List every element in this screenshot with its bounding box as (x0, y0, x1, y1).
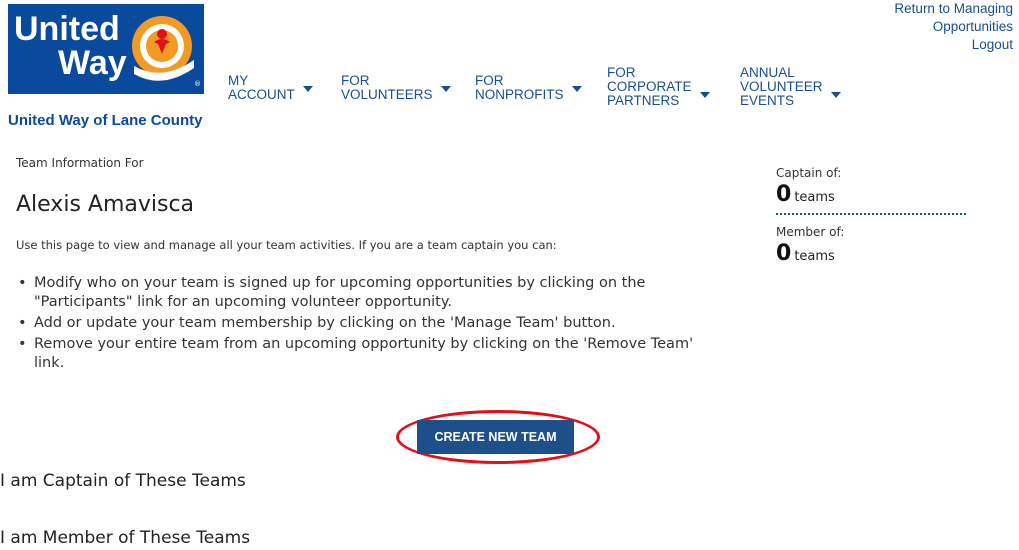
list-item: Remove your entire team from an upcoming… (18, 335, 708, 373)
logo-wordmark: United Way (14, 12, 127, 80)
list-item: Modify who on your team is signed up for… (18, 274, 708, 312)
united-way-emblem-icon: ® (132, 16, 201, 88)
list-item: Add or update your team membership by cl… (18, 314, 708, 333)
chevron-down-icon (830, 92, 841, 98)
create-new-team-button[interactable]: CREATE NEW TEAM (417, 420, 574, 454)
user-name-heading: Alexis Amavisca (16, 192, 195, 217)
captain-teams-heading: I am Captain of These Teams (0, 471, 246, 491)
member-count-unit: teams (794, 249, 835, 264)
captain-count-number: 0 (776, 182, 792, 207)
nav-for-corporate-partners[interactable]: FOR CORPORATE PARTNERS (607, 66, 710, 108)
nav-for-nonprofits[interactable]: FOR NONPROFITS (475, 74, 582, 102)
nav-label: FOR NONPROFITS (475, 73, 564, 102)
captain-count-unit: teams (794, 190, 835, 205)
chevron-down-icon (571, 86, 582, 92)
utility-links: Return to Managing Opportunities Logout (873, 0, 1013, 54)
member-of-label: Member of: (776, 225, 845, 239)
svg-text:®: ® (194, 80, 201, 88)
logo-line-2: Way (58, 44, 127, 82)
captain-count: 0 teams (776, 182, 966, 207)
stats-divider (776, 213, 966, 215)
logout-link[interactable]: Logout (873, 36, 1013, 54)
intro-text: Use this page to view and manage all you… (16, 238, 557, 252)
nav-label: FOR CORPORATE PARTNERS (607, 65, 692, 108)
member-count-number: 0 (776, 241, 792, 266)
instructions-list: Modify who on your team is signed up for… (18, 274, 708, 375)
member-count: 0 teams (776, 241, 966, 266)
united-way-logo[interactable]: United Way ® (8, 4, 204, 94)
organization-name: United Way of Lane County (8, 112, 203, 129)
captain-of-label: Captain of: (776, 166, 842, 180)
create-team-highlight: CREATE NEW TEAM (396, 410, 600, 464)
team-info-heading: Team Information For (16, 156, 144, 170)
nav-label: ANNUAL VOLUNTEER EVENTS (740, 65, 823, 108)
chevron-down-icon (699, 92, 710, 98)
logo-line-1: United (14, 10, 120, 48)
nav-label: FOR VOLUNTEERS (341, 73, 433, 102)
nav-for-volunteers[interactable]: FOR VOLUNTEERS (341, 74, 451, 102)
member-teams-heading: I am Member of These Teams (0, 528, 251, 548)
nav-my-account[interactable]: MY ACCOUNT (228, 74, 313, 102)
team-stats-panel: Captain of: 0 teams Member of: 0 teams (776, 166, 966, 266)
return-to-managing-opportunities-link[interactable]: Return to Managing Opportunities (873, 0, 1013, 36)
nav-annual-volunteer-events[interactable]: ANNUAL VOLUNTEER EVENTS (740, 66, 841, 108)
nav-label: MY ACCOUNT (228, 73, 295, 102)
chevron-down-icon (302, 86, 313, 92)
chevron-down-icon (440, 86, 451, 92)
